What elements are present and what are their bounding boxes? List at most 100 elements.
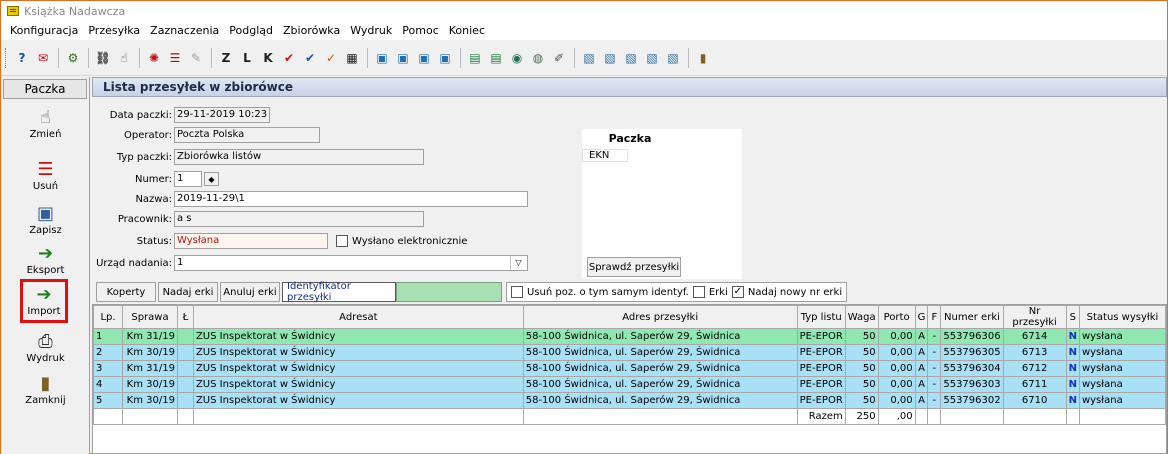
menu-podglad[interactable]: Podgląd (224, 24, 278, 37)
doc-green-icon[interactable]: ▤ (465, 48, 485, 68)
col-f[interactable]: F (927, 305, 942, 329)
globe-icon[interactable]: ◍ (528, 48, 548, 68)
koperty-button[interactable]: Koperty (96, 282, 156, 302)
wyslano-elektronicznie-checkbox[interactable] (336, 235, 348, 247)
erki-checkbox[interactable] (692, 286, 705, 298)
row-operator: Operator: Poczta Polska (92, 127, 320, 143)
toolbar-separator (88, 47, 89, 68)
tools-icon[interactable]: ⚙ (63, 48, 83, 68)
zmien-button[interactable]: ☝ Zmień (5, 105, 86, 149)
hand-icon[interactable]: ☝ (114, 48, 134, 68)
grid-icon[interactable]: ▦ (342, 48, 362, 68)
status-field[interactable]: Wysłana (174, 233, 328, 249)
import-button[interactable]: ➔ Import (20, 279, 68, 323)
menu-koniec[interactable]: Koniec (444, 24, 490, 37)
window-4-icon[interactable]: ▣ (435, 48, 455, 68)
zamknij-button[interactable]: ▮ Zamknij (5, 371, 86, 415)
report-2-icon[interactable]: ▧ (600, 48, 620, 68)
typ-paczki-field[interactable]: Zbiorówka listów (174, 149, 424, 165)
menu-konfiguracja[interactable]: Konfiguracja (5, 24, 83, 37)
report-4-icon[interactable]: ▧ (642, 48, 662, 68)
cell-waga: 50 (844, 376, 879, 393)
nadaj-erki-button[interactable]: Nadaj erki (158, 282, 218, 302)
wydruk-button[interactable]: ⎙ Wydruk (5, 329, 86, 373)
table-row[interactable]: 4 Km 30/19 ZUS Inspektorat w Świdnicy 58… (93, 376, 1166, 393)
col-adres[interactable]: Adres przesyłki (522, 305, 798, 329)
list-delete-icon[interactable]: ☰ (165, 48, 185, 68)
report-3-icon[interactable]: ▧ (621, 48, 641, 68)
col-status-wysylki[interactable]: Status wysyłki (1078, 305, 1166, 329)
anuluj-erki-button[interactable]: Anuluj erki (220, 282, 280, 302)
table-row[interactable]: 5 Km 30/19 ZUS Inspektorat w Świdnicy 58… (93, 392, 1166, 409)
col-porto[interactable]: Porto (877, 305, 916, 329)
pracownik-field[interactable]: a s (174, 211, 424, 227)
window-2-icon[interactable]: ▣ (393, 48, 413, 68)
table-total-row: Razem 250 ,00 (93, 408, 1166, 425)
col-waga[interactable]: Waga (844, 305, 879, 329)
cell-f: - (927, 344, 942, 361)
menu-zaznaczenia[interactable]: Zaznaczenia (145, 24, 224, 37)
eraser-icon[interactable]: ✎ (186, 48, 206, 68)
sprawdz-przesylki-button[interactable]: Sprawdź przesyłki (587, 257, 681, 277)
toolbar-grip[interactable] (5, 47, 8, 68)
report-5-icon[interactable]: ▧ (663, 48, 683, 68)
disc-icon[interactable]: ◉ (507, 48, 527, 68)
chevron-down-icon[interactable]: ▽ (510, 256, 526, 270)
export-arrow-icon: ➔ (37, 242, 54, 264)
col-nr-przesylki[interactable]: Nr przesyłki (1002, 305, 1067, 329)
help-icon[interactable]: ? (12, 48, 32, 68)
numer-field[interactable]: 1 (174, 171, 202, 187)
cell-l (176, 360, 194, 377)
operator-field[interactable]: Poczta Polska (174, 127, 320, 143)
col-g[interactable]: G (914, 305, 929, 329)
table-row[interactable]: 3 Km 31/19 ZUS Inspektorat w Świdnicy 58… (93, 360, 1166, 377)
link-icon[interactable]: ⛓ (93, 48, 113, 68)
menu-przesylka[interactable]: Przesyłka (83, 24, 145, 37)
usun-button[interactable]: ☰ Usuń (5, 157, 86, 201)
menu-zbiorowka[interactable]: Zbiorówka (278, 24, 345, 37)
check-red-icon[interactable]: ✔ (279, 48, 299, 68)
menu-pomoc[interactable]: Pomoc (397, 24, 443, 37)
menu-wydruk[interactable]: Wydruk (345, 24, 397, 37)
doc-edit-icon[interactable]: ▤ (486, 48, 506, 68)
numer-spinner[interactable]: ◆ (204, 172, 219, 186)
select-k-icon[interactable]: K (258, 48, 278, 68)
col-adresat[interactable]: Adresat (192, 305, 524, 329)
cell-status: wysłana (1078, 392, 1166, 409)
urzad-nadania-label: Urząd nadania: (96, 257, 172, 269)
exit-door-icon[interactable]: ▮ (693, 48, 713, 68)
col-s[interactable]: S (1065, 305, 1080, 329)
check-blue-icon[interactable]: ✔ (300, 48, 320, 68)
stamp-icon[interactable]: ✺ (144, 48, 164, 68)
zapisz-button[interactable]: ▣ Zapisz (5, 201, 86, 245)
total-label: Razem (796, 408, 846, 425)
mail-icon[interactable]: ✉ (33, 48, 53, 68)
select-l-icon[interactable]: L (237, 48, 257, 68)
toolbar-separator (58, 47, 59, 68)
table-row[interactable]: 1 Km 31/19 ZUS Inspektorat w Świdnicy 58… (93, 328, 1166, 345)
cell-empty (940, 408, 1004, 425)
cell-nr-przesylki: 6712 (1002, 360, 1067, 377)
urzad-nadania-dropdown[interactable]: 1 ▽ (174, 255, 528, 271)
cell-status: wysłana (1078, 344, 1166, 361)
report-1-icon[interactable]: ▧ (579, 48, 599, 68)
data-paczki-field[interactable]: 29-11-2019 10:23 (174, 107, 270, 123)
col-sprawa[interactable]: Sprawa (121, 305, 178, 329)
table-row[interactable]: 2 Km 30/19 ZUS Inspektorat w Świdnicy 58… (93, 344, 1166, 361)
pen-icon[interactable]: ✐ (549, 48, 569, 68)
usun-poz-checkbox[interactable] (511, 286, 523, 298)
col-numer-erki[interactable]: Numer erki (940, 305, 1004, 329)
cell-adresat: ZUS Inspektorat w Świdnicy (192, 360, 524, 377)
cell-numer-erki: 553796303 (940, 376, 1004, 393)
cell-porto: 0,00 (877, 344, 916, 361)
nadaj-nowy-checkbox[interactable]: ✓ (731, 286, 744, 298)
col-lp[interactable]: Lp. (93, 305, 123, 329)
window-1-icon[interactable]: ▣ (372, 48, 392, 68)
check-multi-icon[interactable]: ✓ (321, 48, 341, 68)
window-3-icon[interactable]: ▣ (414, 48, 434, 68)
col-l[interactable]: Ł (176, 305, 194, 329)
identyfikator-input[interactable] (396, 282, 502, 302)
nazwa-field[interactable]: 2019-11-29\1 (174, 191, 528, 207)
select-z-icon[interactable]: Z (216, 48, 236, 68)
col-typ-listu[interactable]: Typ listu (796, 305, 846, 329)
